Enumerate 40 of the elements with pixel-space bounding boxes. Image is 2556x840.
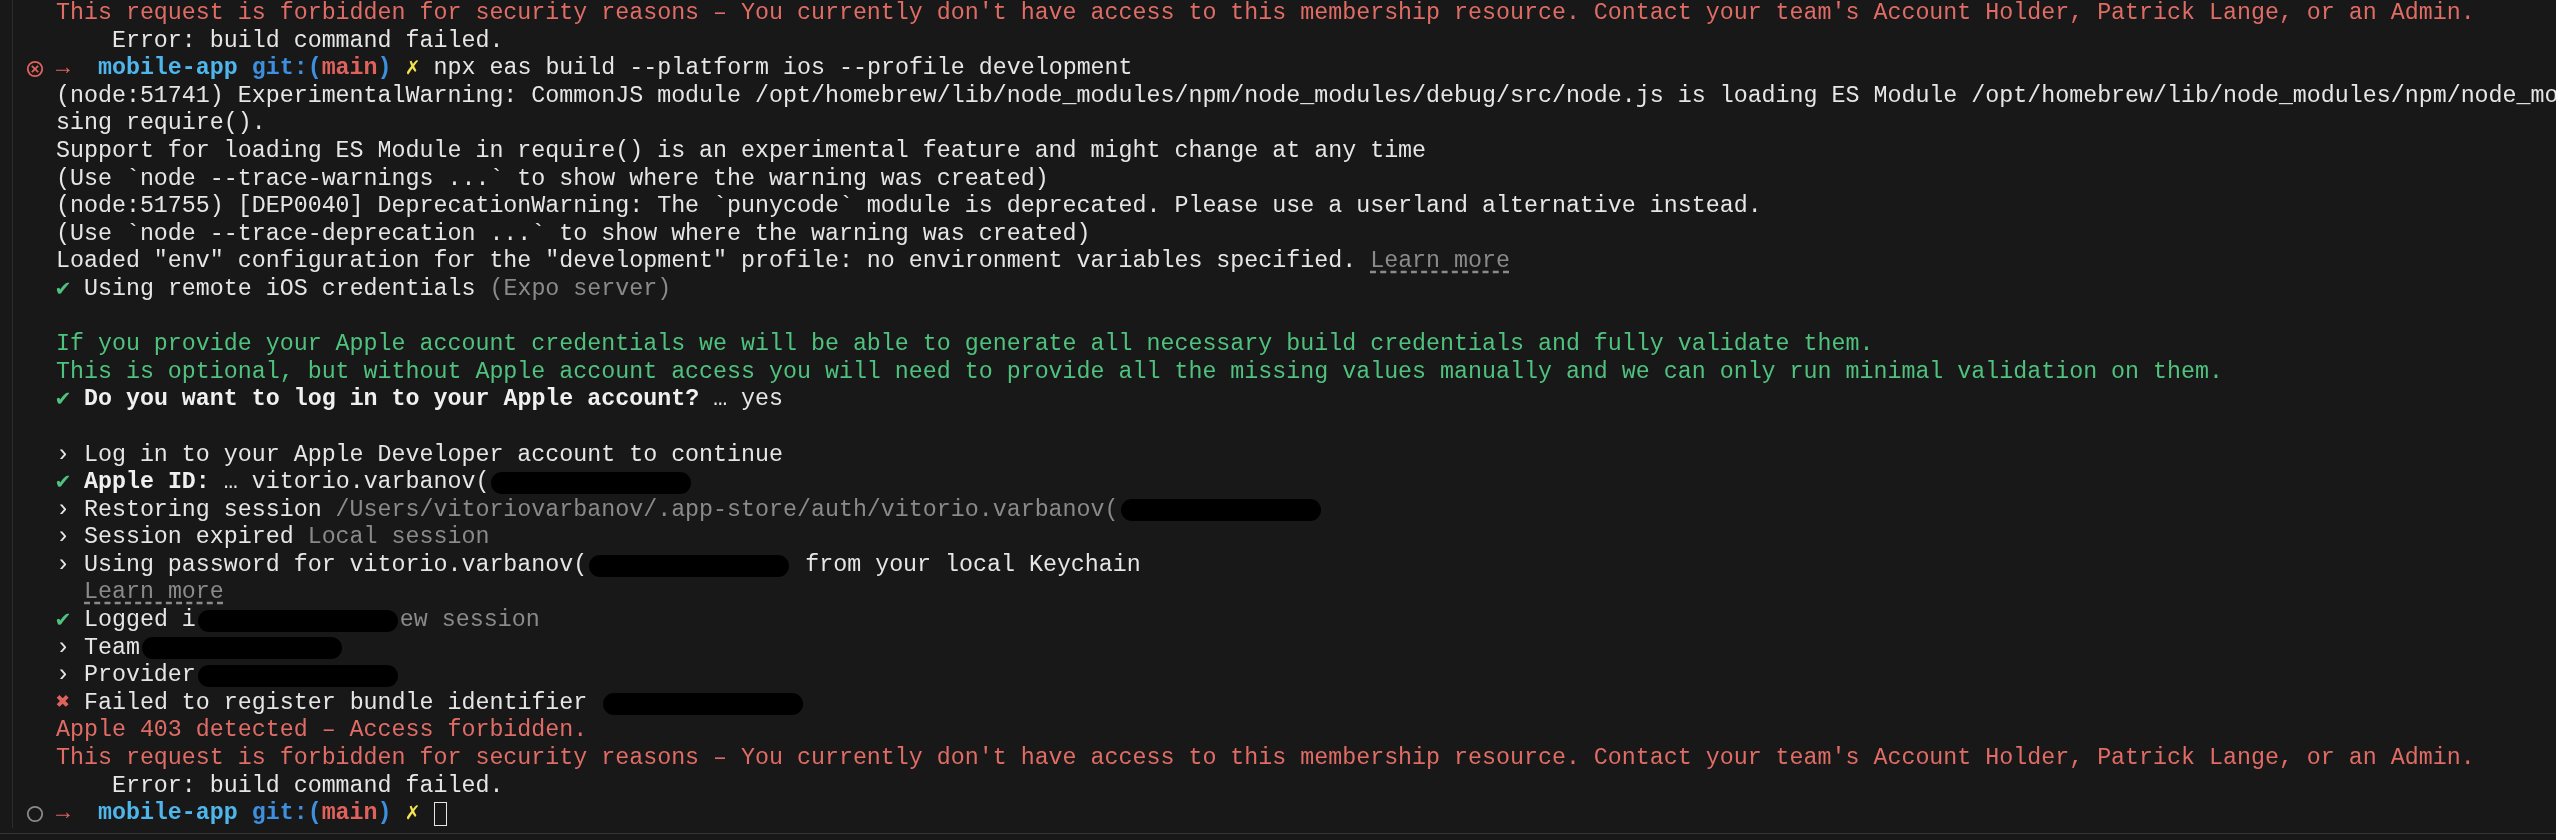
terminal-text: ✗ [404,800,420,828]
terminal-text: ew session [399,607,540,635]
terminal-line: If you provide your Apple account credentials we will be able to generate all necessary build credentials and fully validate them. [56,331,1874,359]
terminal-line: (Use `node --trace-deprecation ...` to show where the warning was created) [56,220,1091,249]
terminal-text: › Using password for vitorio.varbanov( [56,551,588,580]
terminal-text: Logged i [83,607,196,635]
terminal-line: Support for loading ES Module in require() is an experimental feature and might change at any time [56,137,1427,166]
terminal-line: This request is forbidden for security reasons – You currently don't have access to this membership resource. Contact your team's Account Holder, Patrick Lange, or an Admin. [56,0,2475,28]
learn-more-link[interactable]: Learn more [1370,248,1510,276]
terminal-text: mobile-app [96,800,238,828]
terminal-text: Loaded "env" configuration for the "development" profile: no environment variables specified. [56,248,1358,276]
terminal-line: Error: build command failed. [110,27,504,56]
terminal-text: main [321,800,378,828]
terminal-text: → [56,800,70,828]
terminal-line: (Use `node --trace-warnings ...` to show where the warning was created) [56,165,1049,194]
terminal-line: sing require(). [56,110,266,138]
terminal-text: ✔ [56,607,71,635]
terminal-line: ✔ Using remote iOS credentials (Expo server) [56,275,672,304]
terminal-text: ) [377,800,392,828]
terminal-line: → mobile-app git:(main) ✗ npx eas build --platform ios --profile development [56,55,1133,83]
terminal-text: from your local Keychain [804,551,1141,580]
terminal-line: Apple 403 detected – Access forbidden. [56,717,588,746]
terminal-text: Failed to register bundle identifier [83,689,589,718]
terminal-text: … vitorio.varbanov( [222,469,490,497]
terminal-line: › Session expired Local session [56,524,490,552]
terminal-line: (node:51755) [DEP0040] DeprecationWarning: The `punycode` module is deprecated. Please use a userland alternative instead. [56,193,1762,221]
terminal-line: › Log in to your Apple Developer account to continue [56,441,783,470]
terminal-line: This request is forbidden for security reasons – You currently don't have access to this membership resource. Contact your team's Account Holder, Patrick Lange, or an Admin. [56,745,2475,773]
terminal-text: ✖ [56,689,71,718]
learn-more-link[interactable]: Learn more [84,579,224,608]
terminal-text: git:( [250,800,322,828]
terminal-text: › Restoring session [56,496,323,525]
terminal-line: This is optional, but without Apple account access you will need to provide all the missing values manually and we can only run minimal validation on them. [56,358,2223,387]
terminal-text: › Team [56,634,140,663]
terminal-text: ✔ [56,469,71,497]
terminal-text: › Provider [56,662,196,690]
terminal-line: ✔ Do you want to log in to your Apple account? … yes [56,386,784,414]
terminal-line: Error: build command failed. [110,772,504,801]
terminal-text: Apple ID: [83,469,210,497]
terminal-text: /Users/vitoriovarbanov/.app-store/auth/vitorio.varbanov( [335,496,1119,525]
